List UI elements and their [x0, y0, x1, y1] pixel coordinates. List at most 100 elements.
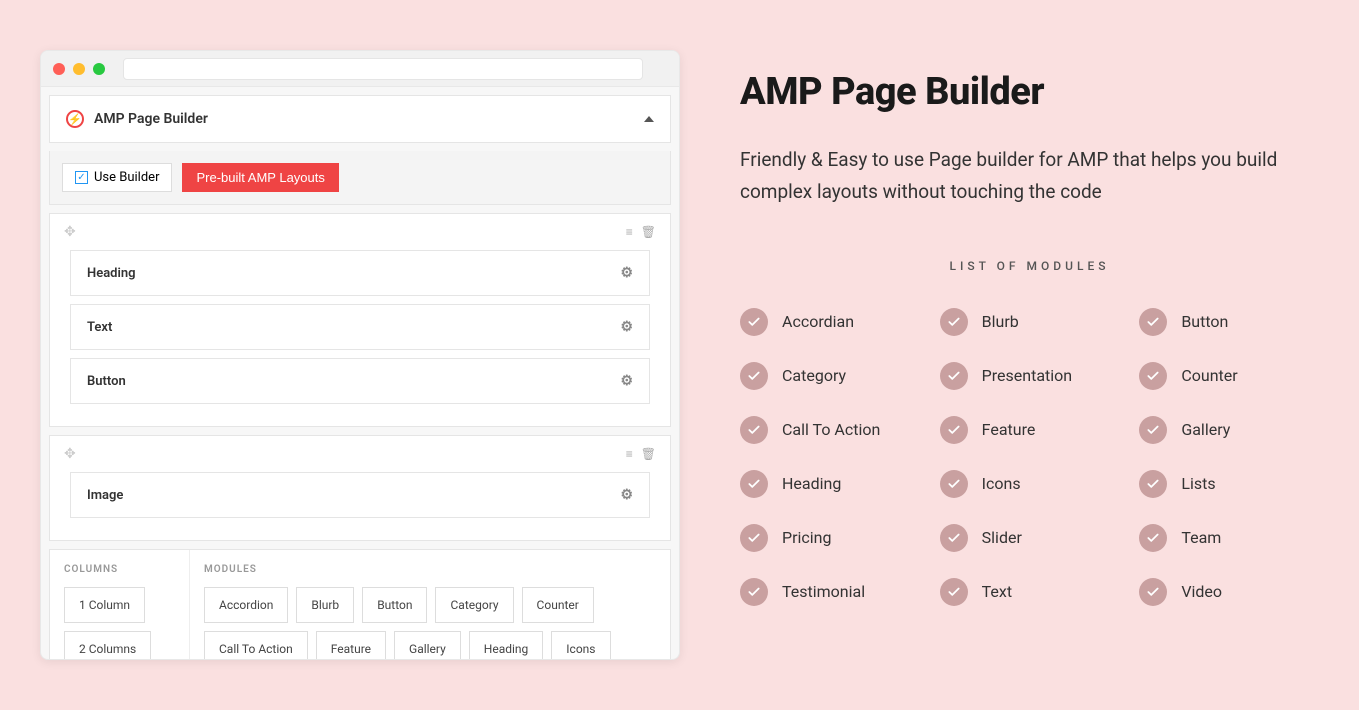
module-option[interactable]: Feature: [316, 631, 386, 660]
check-icon: [1139, 578, 1167, 606]
trash-icon[interactable]: 🗑: [641, 225, 656, 239]
module-option[interactable]: Call To Action: [204, 631, 308, 660]
module-list-item: Video: [1139, 578, 1319, 606]
check-icon: [1139, 416, 1167, 444]
module-list-label: Presentation: [982, 366, 1072, 385]
check-icon: [1139, 362, 1167, 390]
module-list-label: Lists: [1181, 474, 1215, 493]
check-icon: [940, 578, 968, 606]
drag-handle-icon[interactable]: ✥: [64, 446, 76, 462]
module-list-item: Button: [1139, 308, 1319, 336]
module-option[interactable]: Accordion: [204, 587, 288, 623]
module-list-item: Lists: [1139, 470, 1319, 498]
module-list-label: Category: [782, 366, 846, 385]
module-row-label: Text: [87, 320, 112, 335]
window-chrome: [41, 51, 679, 87]
module-row[interactable]: Text ⚙: [70, 304, 650, 350]
builder-section: ✥ ≡ 🗑 Image ⚙: [49, 435, 671, 541]
check-icon: [1139, 308, 1167, 336]
module-list-item: Counter: [1139, 362, 1319, 390]
gear-icon[interactable]: ⚙: [620, 265, 633, 281]
module-list-item: Testimonial: [740, 578, 920, 606]
check-icon: [740, 308, 768, 336]
gear-icon[interactable]: ⚙: [620, 487, 633, 503]
check-icon: [740, 362, 768, 390]
use-builder-checkbox[interactable]: ✓ Use Builder: [62, 163, 172, 192]
column-option[interactable]: 2 Columns: [64, 631, 151, 660]
close-dot[interactable]: [53, 63, 65, 75]
module-option[interactable]: Gallery: [394, 631, 461, 660]
check-icon: [740, 470, 768, 498]
module-list-item: Icons: [940, 470, 1120, 498]
address-bar[interactable]: [123, 58, 643, 80]
bolt-icon: ⚡: [66, 110, 84, 128]
module-row[interactable]: Image ⚙: [70, 472, 650, 518]
check-icon: [940, 308, 968, 336]
module-list-item: Call To Action: [740, 416, 920, 444]
modules-label: Modules: [204, 564, 656, 575]
module-list-label: Button: [1181, 312, 1228, 331]
module-list-item: Feature: [940, 416, 1120, 444]
module-list-item: Team: [1139, 524, 1319, 552]
module-list-label: Accordian: [782, 312, 854, 331]
list-icon[interactable]: ≡: [626, 447, 631, 461]
check-icon: [1139, 470, 1167, 498]
builder-header[interactable]: ⚡ AMP Page Builder: [49, 95, 671, 143]
columns-label: Columns: [64, 564, 175, 575]
module-list-label: Feature: [982, 420, 1036, 439]
gear-icon[interactable]: ⚙: [620, 319, 633, 335]
module-option[interactable]: Heading: [469, 631, 544, 660]
module-option[interactable]: Icons: [551, 631, 610, 660]
column-option[interactable]: 1 Column: [64, 587, 145, 623]
check-icon: [740, 578, 768, 606]
module-list-label: Video: [1181, 582, 1222, 601]
checkbox-icon: ✓: [75, 171, 88, 184]
collapse-caret-icon[interactable]: [644, 116, 654, 122]
module-row[interactable]: Heading ⚙: [70, 250, 650, 296]
module-list-item: Pricing: [740, 524, 920, 552]
module-row-label: Image: [87, 488, 123, 503]
module-option[interactable]: Category: [435, 587, 513, 623]
check-icon: [940, 362, 968, 390]
bottom-panel: Columns 1 Column 2 Columns Modules Accord…: [49, 549, 671, 660]
use-builder-label: Use Builder: [94, 170, 159, 185]
check-icon: [940, 524, 968, 552]
list-icon[interactable]: ≡: [626, 225, 631, 239]
check-icon: [740, 416, 768, 444]
module-option[interactable]: Counter: [522, 587, 594, 623]
module-list-item: Gallery: [1139, 416, 1319, 444]
module-list-label: Testimonial: [782, 582, 865, 601]
module-list-label: Heading: [782, 474, 841, 493]
builder-window: ⚡ AMP Page Builder ✓ Use Builder Pre-bui…: [40, 50, 680, 660]
drag-handle-icon[interactable]: ✥: [64, 224, 76, 240]
module-option[interactable]: Blurb: [296, 587, 354, 623]
builder-section: ✥≡🗑Heading⚙Text⚙Button⚙: [49, 213, 671, 427]
check-icon: [740, 524, 768, 552]
prebuilt-layouts-button[interactable]: Pre-built AMP Layouts: [182, 163, 338, 192]
module-option[interactable]: Button: [362, 587, 427, 623]
module-list-label: Icons: [982, 474, 1021, 493]
module-list-label: Blurb: [982, 312, 1019, 331]
gear-icon[interactable]: ⚙: [620, 373, 633, 389]
trash-icon[interactable]: 🗑: [641, 447, 656, 461]
modules-panel: Modules AccordionBlurbButtonCategoryCoun…: [190, 550, 670, 660]
module-list-label: Team: [1181, 528, 1221, 547]
module-list-item: Accordian: [740, 308, 920, 336]
module-row-label: Heading: [87, 266, 136, 281]
list-of-modules-label: LIST OF MODULES: [740, 259, 1319, 273]
module-list-item: Slider: [940, 524, 1120, 552]
maximize-dot[interactable]: [93, 63, 105, 75]
module-list-label: Call To Action: [782, 420, 880, 439]
module-row[interactable]: Button⚙: [70, 358, 650, 404]
check-icon: [940, 470, 968, 498]
page-title: AMP Page Builder: [740, 70, 1319, 114]
module-list-item: Presentation: [940, 362, 1120, 390]
module-list-label: Pricing: [782, 528, 832, 547]
columns-panel: Columns 1 Column 2 Columns: [50, 550, 190, 660]
module-list-item: Blurb: [940, 308, 1120, 336]
module-list-label: Text: [982, 582, 1012, 601]
minimize-dot[interactable]: [73, 63, 85, 75]
module-list-item: Heading: [740, 470, 920, 498]
builder-toolbar: ✓ Use Builder Pre-built AMP Layouts: [49, 151, 671, 205]
check-icon: [940, 416, 968, 444]
